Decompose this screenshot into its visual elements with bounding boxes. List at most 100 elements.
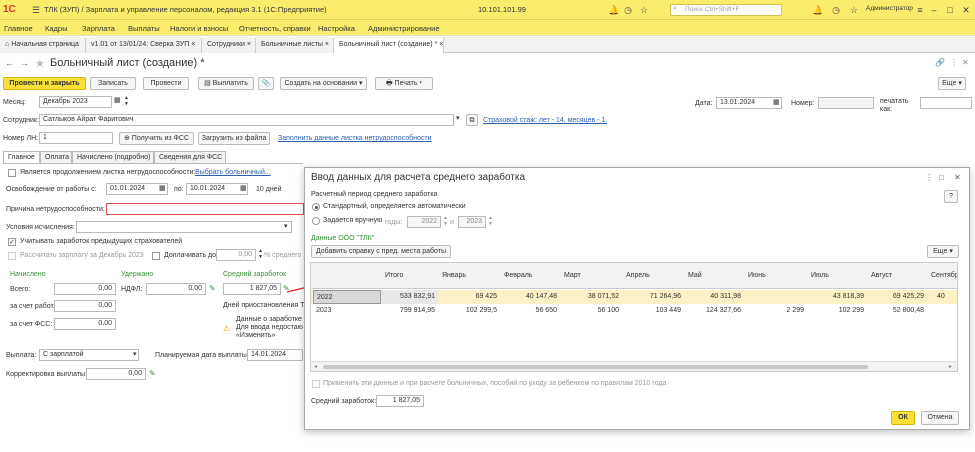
cell-apr[interactable]: 103 449 [622, 304, 684, 318]
bell-icon[interactable]: 🔔 [608, 4, 620, 16]
cell-jan[interactable]: 102 299,5 [438, 304, 500, 318]
maximize-icon[interactable]: □ [944, 4, 956, 16]
ln-number-field[interactable]: 1 [39, 132, 113, 144]
cell-may[interactable]: 40 311,98 [684, 290, 744, 304]
dialog-avg-field[interactable]: 1 827,05 [376, 395, 424, 407]
dropdown-icon[interactable]: ▾ [456, 114, 460, 122]
edit-ndfl-pencil-icon[interactable]: ✎ [209, 284, 216, 293]
close-document-icon[interactable]: ✕ [962, 58, 969, 67]
apply-2010-checkbox[interactable] [312, 380, 320, 388]
ndfl-field[interactable]: 0,00 [146, 283, 206, 295]
release-from-calendar-icon[interactable]: ▦ [159, 184, 166, 192]
print-button[interactable]: 🖶 Печать ▾ [375, 77, 433, 90]
load-from-file-button[interactable]: Загрузить из файла [198, 132, 270, 145]
dialog-maximize-icon[interactable]: □ [939, 173, 944, 182]
choose-sick-list-link[interactable]: Выбрать больничный... [195, 169, 271, 176]
month-field[interactable]: Декабрь 2023 [39, 96, 112, 108]
recalc-checkbox[interactable] [8, 252, 16, 260]
menu-reports[interactable]: Отчетность, справки [239, 24, 311, 33]
get-from-fss-button[interactable]: ⊕ Получить из ФСС [119, 132, 194, 145]
more-button[interactable]: Еще ▾ [938, 77, 966, 90]
create-based-on-button[interactable]: Создать на основании ▾ [280, 77, 367, 90]
cancel-button[interactable]: Отмена [921, 411, 959, 425]
settings-icon[interactable]: ≡ [914, 4, 926, 16]
cell-sep[interactable]: 40 [927, 290, 957, 304]
post-button[interactable]: Провести [143, 77, 189, 90]
menu-settings[interactable]: Настройка [318, 24, 355, 33]
favorite-star-icon[interactable]: ★ [35, 57, 45, 70]
dialog-more-icon[interactable]: ⋮ [925, 173, 933, 182]
cell-jul[interactable]: 43 818,39 [807, 290, 867, 304]
date-calendar-icon[interactable]: ▦ [773, 98, 780, 106]
radio-manual[interactable] [312, 217, 320, 225]
cell-aug[interactable]: 52 800,48 [867, 304, 927, 318]
cell-year[interactable]: 2023 [313, 304, 381, 318]
payout-field[interactable]: С зарплатой [39, 349, 139, 361]
tab-sick-list-create[interactable]: Больничный лист (создание) * × [334, 38, 444, 53]
scrollbar-thumb[interactable] [323, 365, 868, 369]
print-as-field[interactable] [920, 97, 972, 109]
release-to-field[interactable]: 10.01.2024 [186, 183, 248, 195]
insurance-record-link[interactable]: Страховой стаж: лет - 14, месяцев - 1. [483, 117, 607, 124]
global-search-input[interactable]: Поиск Ctrl+Shift+F [670, 4, 782, 16]
cell-jan[interactable]: 69 425 [438, 290, 500, 304]
fill-sick-leave-link[interactable]: Заполнить данные листка нетрудоспособнос… [278, 135, 431, 142]
extra-pay-stepper[interactable]: ▲ ▼ [258, 248, 263, 260]
calc-conditions-dropdown-icon[interactable]: ▾ [284, 222, 288, 230]
year-from-stepper[interactable]: ▲ ▼ [443, 215, 448, 227]
cell-apr[interactable]: 71 264,96 [622, 290, 684, 304]
planned-date-field[interactable]: 14.01.2024 [247, 349, 303, 361]
calc-conditions-field[interactable] [76, 221, 292, 233]
dialog-close-icon[interactable]: ✕ [954, 173, 961, 182]
release-to-calendar-icon[interactable]: ▦ [240, 184, 247, 192]
calendar-icon[interactable]: ▦ [114, 96, 121, 104]
pay-button[interactable]: ▤ Выплатить [198, 77, 254, 90]
cell-year[interactable]: 2022 [313, 290, 381, 304]
form-tab-main[interactable]: Главное [3, 151, 40, 163]
tab-employees[interactable]: Сотрудники × [202, 38, 256, 53]
correction-field[interactable]: 0,00 [86, 368, 146, 380]
more-vertical-icon[interactable]: ⋮ [950, 58, 958, 67]
cell-aug[interactable]: 69 425,29 [867, 290, 927, 304]
consider-prev-checkbox[interactable]: ✓ [8, 238, 16, 246]
cell-jun[interactable] [744, 290, 807, 304]
employee-field[interactable]: Сатлыков Айрат Фаритович [39, 114, 454, 126]
menu-hr[interactable]: Кадры [45, 24, 67, 33]
menu-admin[interactable]: Администрирование [368, 24, 440, 33]
menu-main[interactable]: Главное [4, 24, 33, 33]
help-button[interactable]: ? [944, 190, 958, 203]
add-certificate-button[interactable]: Добавить справку с пред. места работы [311, 245, 451, 258]
table-row-2023[interactable]: 2023 799 914,95 102 299,5 56 650 56 100 … [311, 304, 957, 318]
horizontal-scrollbar[interactable]: ◂ ▸ [311, 361, 957, 371]
table-row-2022[interactable]: 2022 533 832,91 69 425 40 147,48 38 071,… [311, 290, 957, 304]
back-arrow-icon[interactable]: ← [5, 58, 14, 68]
favorites-icon[interactable]: ☆ [848, 4, 860, 16]
cell-sep[interactable] [927, 304, 957, 318]
scroll-left-icon[interactable]: ◂ [314, 363, 317, 370]
form-tab-fss-info[interactable]: Сведения для ФСС [154, 151, 226, 163]
star-icon[interactable]: ☆ [638, 4, 650, 16]
extra-pay-checkbox[interactable] [152, 252, 160, 260]
tab-reconciliation[interactable]: v1.01 от 13/01/24: Сверка ЗУП × [86, 38, 202, 53]
minimize-icon[interactable]: – [928, 4, 940, 16]
form-tab-accrued-detail[interactable]: Начислено (подробно) [72, 151, 154, 163]
avg-earnings-field[interactable]: 1 827,05 [223, 283, 281, 295]
history-icon[interactable]: ◷ [622, 4, 634, 16]
cell-mar[interactable]: 56 100 [560, 304, 622, 318]
tab-sick-lists[interactable]: Больничные листы × [256, 38, 334, 53]
radio-standard[interactable] [312, 203, 320, 211]
menu-taxes[interactable]: Налоги и взносы [170, 24, 228, 33]
cell-jul[interactable]: 102 299 [807, 304, 867, 318]
year-to-stepper[interactable]: ▲ ▼ [488, 215, 493, 227]
cell-feb[interactable]: 56 650 [500, 304, 560, 318]
employer-field[interactable]: 0,00 [54, 300, 116, 312]
history-icon[interactable]: ◷ [830, 4, 842, 16]
link-icon[interactable]: 🔗 [935, 58, 945, 67]
save-button[interactable]: Записать [90, 77, 136, 90]
fss-field[interactable]: 0,00 [54, 318, 116, 330]
payout-dropdown-icon[interactable]: ▾ [133, 350, 137, 358]
tab-home[interactable]: ⌂ Начальная страница [0, 38, 86, 53]
menu-payments[interactable]: Выплаты [128, 24, 160, 33]
close-icon[interactable]: ✕ [960, 4, 972, 16]
month-stepper[interactable]: ▲ ▼ [124, 95, 129, 107]
